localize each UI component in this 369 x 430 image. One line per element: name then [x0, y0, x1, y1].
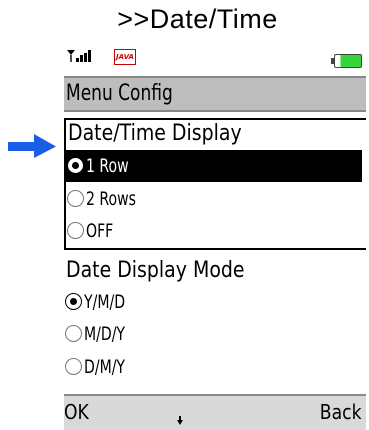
pointer-arrow-icon: [8, 134, 56, 158]
page-title: Menu Config: [66, 81, 173, 106]
signal-strength-icon: [67, 50, 91, 62]
option-label: M/D/Y: [84, 323, 126, 345]
radio-unselected-icon: [65, 325, 82, 342]
title-bar: Menu Config: [64, 76, 366, 112]
radio-selected-icon: [67, 157, 84, 174]
radio-unselected-icon: [65, 358, 82, 375]
scroll-down-icon: [177, 416, 183, 425]
phone-screen: JAVA Menu Config Date/Time Display 1 Row…: [64, 46, 366, 430]
option-label: 1 Row: [86, 155, 129, 177]
softkey-bar: OK Back: [64, 394, 366, 430]
option-off[interactable]: OFF: [66, 215, 356, 247]
ok-softkey[interactable]: OK: [64, 400, 89, 424]
date-time-display-group: Date/Time Display 1 Row 2 Rows OFF: [64, 118, 366, 250]
option-1-row[interactable]: 1 Row: [66, 150, 362, 182]
date-display-mode-title: Date Display Mode: [66, 258, 245, 283]
java-icon: JAVA: [114, 49, 136, 65]
option-2-rows[interactable]: 2 Rows: [66, 183, 356, 215]
radio-selected-icon: [65, 293, 82, 310]
screen-caption: >>Date/Time: [117, 4, 278, 34]
option-label: 2 Rows: [86, 188, 136, 210]
radio-unselected-icon: [67, 222, 84, 239]
back-softkey[interactable]: Back: [320, 400, 362, 424]
option-label: D/M/Y: [84, 356, 126, 378]
option-y-m-d[interactable]: Y/M/D: [64, 286, 354, 318]
date-time-display-title: Date/Time Display: [68, 121, 242, 146]
option-m-d-y[interactable]: M/D/Y: [64, 318, 354, 350]
option-label: OFF: [86, 220, 114, 242]
option-d-m-y[interactable]: D/M/Y: [64, 351, 354, 383]
battery-icon: [331, 54, 362, 68]
option-label: Y/M/D: [84, 291, 126, 313]
status-bar: JAVA: [64, 46, 366, 76]
radio-unselected-icon: [67, 190, 84, 207]
